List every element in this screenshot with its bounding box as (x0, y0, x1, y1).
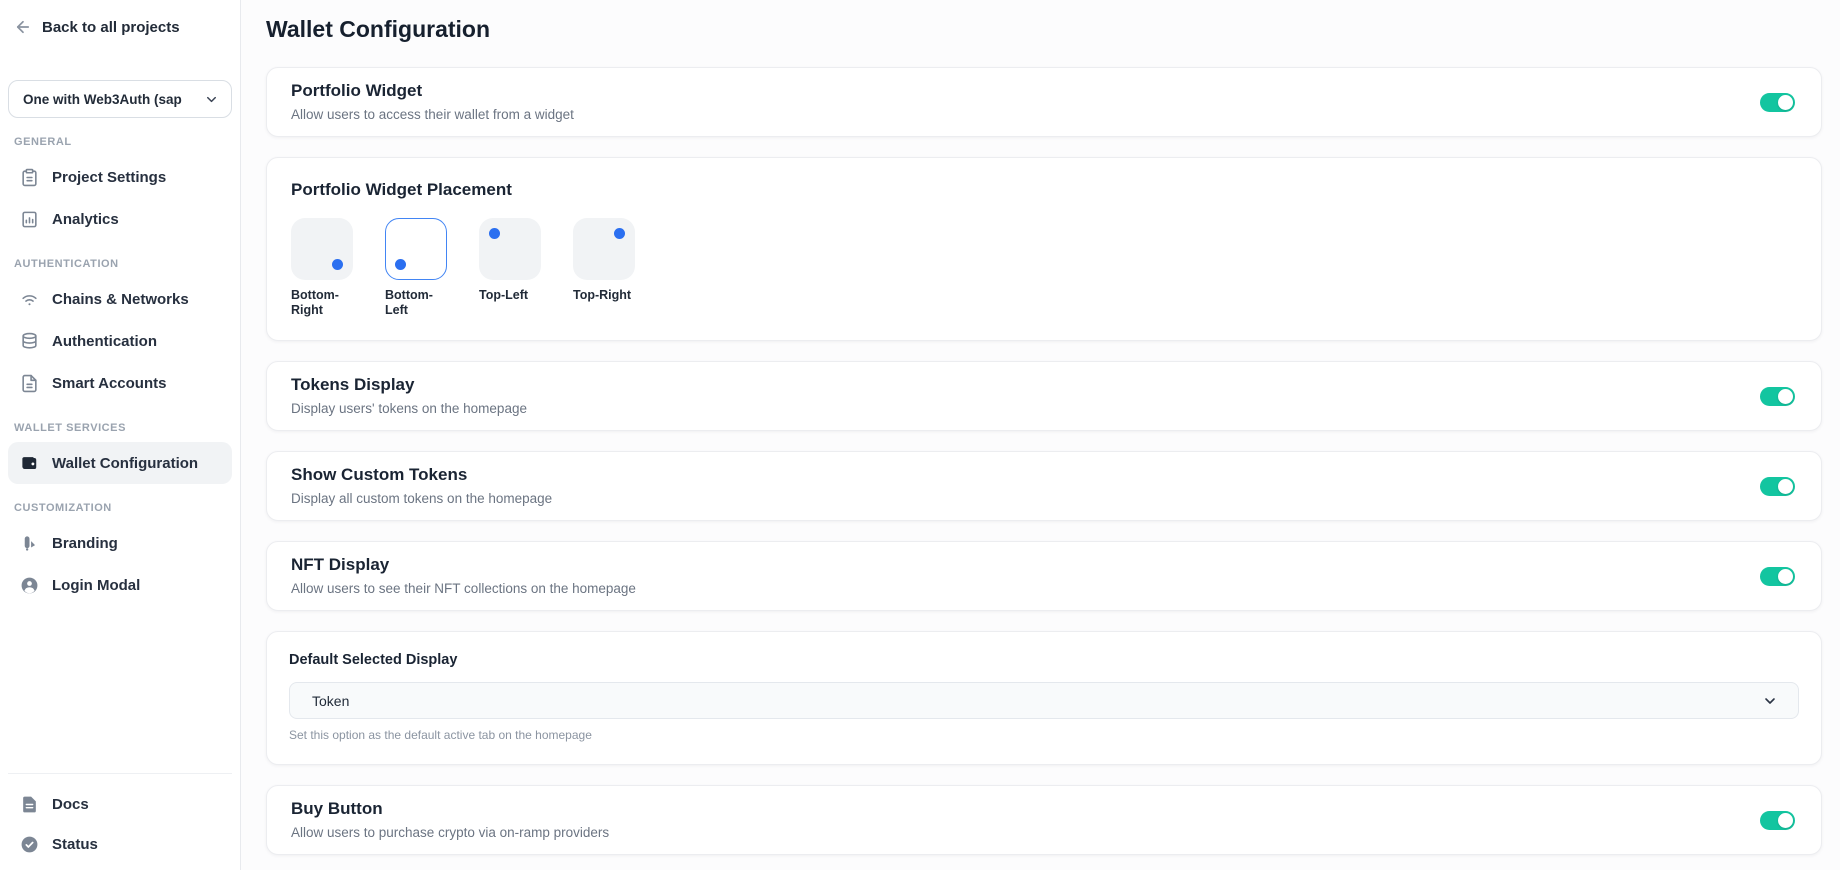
main-content: Wallet Configuration Portfolio Widget Al… (241, 0, 1840, 870)
card-title: Show Custom Tokens (291, 463, 552, 487)
sidebar-item-login-modal[interactable]: Login Modal (8, 564, 232, 606)
placement-option-bottom-left[interactable] (385, 218, 447, 280)
card-title: Buy Button (291, 797, 609, 821)
section-label-authentication: AUTHENTICATION (14, 258, 226, 270)
placement-dot (614, 228, 625, 239)
sidebar-item-label: Smart Accounts (52, 375, 166, 392)
sidebar-item-label: Docs (52, 796, 89, 813)
placement-option-label: Top-Left (479, 288, 549, 303)
sidebar-item-label: Chains & Networks (52, 291, 189, 308)
card-title: Portfolio Widget Placement (291, 178, 1797, 202)
brush-icon (20, 534, 39, 553)
default-display-card: Default Selected Display Token Set this … (266, 631, 1822, 765)
show-custom-tokens-toggle[interactable] (1760, 477, 1795, 496)
portfolio-widget-card: Portfolio Widget Allow users to access t… (266, 67, 1822, 137)
default-display-value: Token (312, 693, 349, 709)
back-to-projects-link[interactable]: Back to all projects (8, 14, 232, 40)
toggle-knob (1778, 479, 1793, 494)
nft-display-card: NFT Display Allow users to see their NFT… (266, 541, 1822, 611)
sidebar-item-analytics[interactable]: Analytics (8, 198, 232, 240)
wallet-icon (20, 454, 39, 473)
sidebar-item-smart-accounts[interactable]: Smart Accounts (8, 362, 232, 404)
sidebar: Back to all projects One with Web3Auth (… (0, 0, 241, 870)
tokens-display-card: Tokens Display Display users' tokens on … (266, 361, 1822, 431)
page-title: Wallet Configuration (266, 16, 1822, 43)
placement-option-bottom-right[interactable] (291, 218, 353, 280)
card-title: NFT Display (291, 553, 636, 577)
check-circle-icon (20, 835, 39, 854)
placement-option-top-left[interactable] (479, 218, 541, 280)
section-label-general: GENERAL (14, 136, 226, 148)
card-title: Portfolio Widget (291, 79, 574, 103)
clipboard-icon (20, 168, 39, 187)
default-display-helper: Set this option as the default active ta… (289, 728, 1799, 742)
document-icon (20, 795, 39, 814)
wifi-icon (20, 290, 39, 309)
tokens-display-toggle[interactable] (1760, 387, 1795, 406)
sidebar-item-label: Wallet Configuration (52, 455, 198, 472)
placement-option-top-right[interactable] (573, 218, 635, 280)
chevron-down-icon (204, 92, 219, 107)
sidebar-item-authentication[interactable]: Authentication (8, 320, 232, 362)
card-description: Display all custom tokens on the homepag… (291, 489, 552, 509)
show-custom-tokens-card: Show Custom Tokens Display all custom to… (266, 451, 1822, 521)
card-description: Display users' tokens on the homepage (291, 399, 527, 419)
sidebar-footer: Docs Status (8, 773, 232, 870)
card-description: Allow users to access their wallet from … (291, 105, 574, 125)
placement-option-label: Bottom-Right (291, 288, 361, 318)
buy-button-card: Buy Button Allow users to purchase crypt… (266, 785, 1822, 855)
analytics-icon (20, 210, 39, 229)
section-label-wallet-services: WALLET SERVICES (14, 422, 226, 434)
widget-placement-card: Portfolio Widget Placement Bottom-Right … (266, 157, 1822, 341)
sidebar-item-label: Project Settings (52, 169, 166, 186)
card-description: Allow users to see their NFT collections… (291, 579, 636, 599)
file-icon (20, 374, 39, 393)
sidebar-item-label: Analytics (52, 211, 119, 228)
sidebar-item-wallet-configuration[interactable]: Wallet Configuration (8, 442, 232, 484)
buy-button-toggle[interactable] (1760, 811, 1795, 830)
sidebar-item-branding[interactable]: Branding (8, 522, 232, 564)
section-label-customization: CUSTOMIZATION (14, 502, 226, 514)
placement-option-label: Top-Right (573, 288, 643, 303)
placement-dot (489, 228, 500, 239)
project-selector-value: One with Web3Auth (sap (23, 92, 182, 107)
card-title: Tokens Display (291, 373, 527, 397)
database-icon (20, 332, 39, 351)
sidebar-item-project-settings[interactable]: Project Settings (8, 156, 232, 198)
nft-display-toggle[interactable] (1760, 567, 1795, 586)
default-display-label: Default Selected Display (289, 652, 1799, 668)
placement-options: Bottom-Right Bottom-Left Top-Left Top-Ri… (291, 218, 1797, 318)
toggle-knob (1778, 95, 1793, 110)
toggle-knob (1778, 389, 1793, 404)
sidebar-item-docs[interactable]: Docs (8, 784, 232, 824)
sidebar-item-status[interactable]: Status (8, 824, 232, 864)
sidebar-item-label: Branding (52, 535, 118, 552)
sidebar-item-label: Status (52, 836, 98, 853)
default-display-select[interactable]: Token (289, 682, 1799, 719)
user-circle-icon (20, 576, 39, 595)
placement-dot (395, 259, 406, 270)
toggle-knob (1778, 813, 1793, 828)
project-selector[interactable]: One with Web3Auth (sap (8, 80, 232, 118)
card-description: Allow users to purchase crypto via on-ra… (291, 823, 609, 843)
arrow-left-icon (14, 18, 32, 36)
placement-dot (332, 259, 343, 270)
sidebar-item-label: Login Modal (52, 577, 140, 594)
back-link-label: Back to all projects (42, 19, 180, 36)
placement-option-label: Bottom-Left (385, 288, 455, 318)
portfolio-widget-toggle[interactable] (1760, 93, 1795, 112)
sidebar-item-label: Authentication (52, 333, 157, 350)
sidebar-item-chains-networks[interactable]: Chains & Networks (8, 278, 232, 320)
toggle-knob (1778, 569, 1793, 584)
chevron-down-icon (1762, 693, 1778, 709)
